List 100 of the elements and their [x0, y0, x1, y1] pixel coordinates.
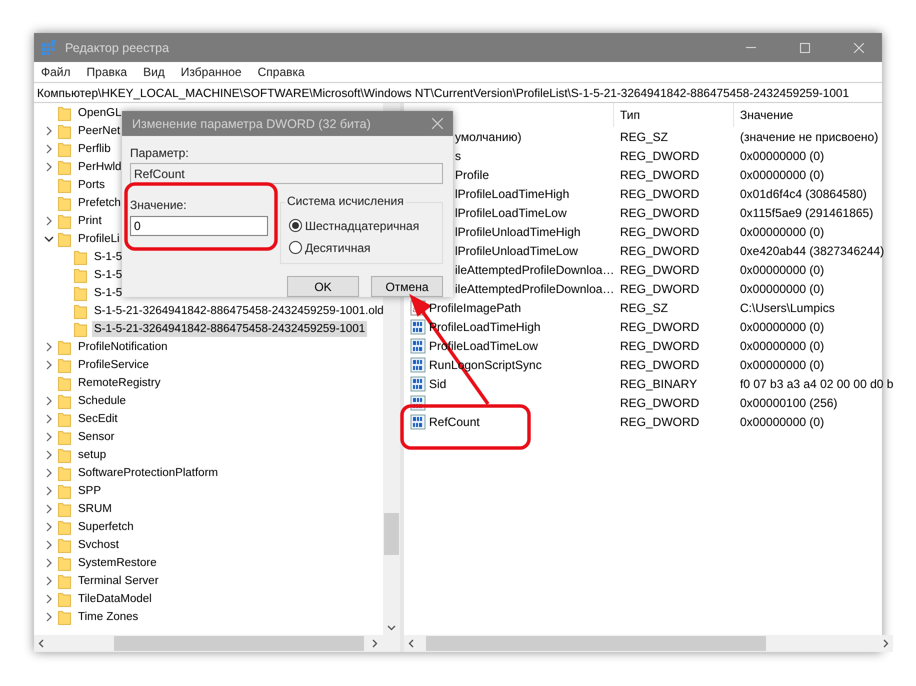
- value-data: 0x00000000 (0): [740, 168, 824, 182]
- horizontal-scrollbar[interactable]: [404, 635, 894, 652]
- value-data: 0xe420ab44 (3827346244): [740, 244, 884, 258]
- tree-item[interactable]: setup: [76, 447, 108, 463]
- folder-icon: [74, 322, 87, 336]
- tree-item[interactable]: PerHwld: [76, 159, 124, 175]
- folder-icon: [58, 466, 71, 480]
- horizontal-scrollbar[interactable]: [34, 635, 400, 652]
- tree-item[interactable]: Time Zones: [76, 609, 140, 625]
- tree-item[interactable]: Ports: [76, 177, 107, 193]
- tree-item[interactable]: S-1-5: [92, 285, 124, 301]
- dialog-button[interactable]: Отмена: [371, 276, 443, 297]
- expand-chevron-icon[interactable]: [45, 216, 53, 226]
- collapse-chevron-icon[interactable]: [44, 235, 54, 243]
- tree-item[interactable]: OpenGL: [76, 105, 124, 121]
- folder-icon: [58, 610, 71, 624]
- tree-item[interactable]: SPP: [76, 483, 104, 499]
- tree-item[interactable]: Schedule: [76, 393, 128, 409]
- radio-label[interactable]: Шестнадцатеричная: [305, 218, 420, 232]
- tree-item[interactable]: Terminal Server: [76, 573, 161, 589]
- value-name[interactable]: lProfileUnloadTimeLow: [455, 244, 578, 258]
- tree-item[interactable]: Print: [76, 213, 104, 229]
- tree-item[interactable]: Svchost: [76, 537, 121, 553]
- value-name[interactable]: умолчанию): [455, 130, 522, 144]
- column-header[interactable]: Значение: [740, 108, 794, 122]
- folder-icon: [74, 304, 87, 318]
- tree-item[interactable]: S-1-5: [92, 267, 124, 283]
- value-type: REG_DWORD: [620, 282, 700, 296]
- tree-item[interactable]: ProfileLi: [76, 231, 122, 247]
- scroll-left-chevron-icon[interactable]: [408, 639, 414, 648]
- folder-icon: [74, 250, 87, 264]
- folder-icon: [58, 592, 71, 606]
- menu-item[interactable]: Избранное: [180, 65, 243, 79]
- value-name[interactable]: lProfileUnloadTimeHigh: [455, 224, 581, 238]
- folder-icon: [58, 430, 71, 444]
- radio-button[interactable]: [289, 219, 302, 232]
- value-type: REG_DWORD: [620, 338, 700, 352]
- value-data: 0x00000000 (0): [740, 358, 824, 372]
- value-name[interactable]: RefCount: [429, 414, 480, 428]
- value-name[interactable]: ileAttemptedProfileDownloa…: [455, 282, 614, 296]
- value-name[interactable]: ileAttemptedProfileDownloa…: [455, 262, 614, 276]
- tree-item[interactable]: TileDataModel: [76, 591, 154, 607]
- folder-icon: [58, 106, 71, 120]
- value-data: (значение не присвоено): [740, 130, 878, 144]
- value-data: 0x00000000 (0): [740, 148, 824, 162]
- scroll-down-chevron-icon[interactable]: [387, 625, 396, 631]
- tree-item[interactable]: SoftwareProtectionPlatform: [76, 465, 220, 481]
- value-name[interactable]: lProfileLoadTimeHigh: [455, 186, 570, 200]
- scroll-left-chevron-icon[interactable]: [38, 639, 44, 648]
- scroll-right-chevron-icon[interactable]: [883, 639, 890, 648]
- value-input-field[interactable]: 0: [130, 216, 268, 236]
- menu-item[interactable]: Файл: [40, 65, 72, 79]
- value-data: 0x00000100 (256): [740, 396, 838, 410]
- tree-item[interactable]: RemoteRegistry: [76, 375, 162, 391]
- tree-item[interactable]: Sensor: [76, 429, 116, 445]
- value-data: 0x115f5ae9 (291461865): [740, 206, 874, 220]
- radio-button[interactable]: [289, 241, 302, 254]
- folder-icon: [58, 160, 71, 174]
- menu-item[interactable]: Правка: [86, 65, 128, 79]
- close-icon[interactable]: [432, 118, 443, 129]
- value-data: 0x00000000 (0): [740, 224, 824, 238]
- value-data: 0x00000000 (0): [740, 320, 824, 334]
- scrollbar-thumb[interactable]: [384, 513, 399, 555]
- value-name[interactable]: Sid: [429, 376, 446, 390]
- value-name[interactable]: ProfileImagePath: [429, 300, 522, 314]
- tree-item[interactable]: SRUM: [76, 501, 114, 517]
- parameter-name-field[interactable]: RefCount: [130, 163, 443, 184]
- value-type: REG_DWORD: [620, 168, 700, 182]
- tree-item[interactable]: Perflib: [76, 141, 113, 157]
- dialog-button[interactable]: OK: [287, 276, 359, 297]
- tree-item[interactable]: SystemRestore: [76, 555, 159, 571]
- tree-item[interactable]: S-1-5: [92, 249, 124, 265]
- value-name[interactable]: s: [455, 148, 461, 162]
- folder-icon: [58, 142, 71, 156]
- tree-item[interactable]: SecEdit: [76, 411, 120, 427]
- tree-item[interactable]: ProfileService: [76, 357, 151, 373]
- value-name[interactable]: Profile: [455, 168, 490, 182]
- folder-icon: [58, 358, 71, 372]
- value-name[interactable]: lProfileLoadTimeLow: [455, 206, 567, 220]
- binary-value-icon: [410, 356, 426, 372]
- scrollbar-thumb[interactable]: [426, 636, 766, 651]
- value-type: REG_BINARY: [620, 376, 698, 390]
- column-header[interactable]: Тип: [620, 108, 640, 122]
- address-bar[interactable]: Компьютер\HKEY_LOCAL_MACHINE\SOFTWARE\Microsoft\Windows NT\CurrentVersion\ProfileList\S-1-5-21-3264941842-886475458-2432459259-1001: [37, 86, 850, 100]
- tree-item[interactable]: S-1-5-21-3264941842-886475458-2432459259-1001.old: [92, 303, 383, 319]
- menu-item[interactable]: Вид: [142, 65, 166, 79]
- radio-label[interactable]: Десятичная: [305, 240, 371, 254]
- tree-item[interactable]: ProfileNotification: [76, 339, 170, 355]
- menu-item[interactable]: Справка: [256, 65, 306, 79]
- scroll-right-chevron-icon[interactable]: [372, 639, 378, 648]
- close-icon: [854, 42, 864, 52]
- value-data: 0x00000000 (0): [740, 414, 824, 428]
- tree-item[interactable]: S-1-5-21-3264941842-886475458-2432459259-1001: [92, 321, 368, 337]
- tree-item[interactable]: Superfetch: [76, 519, 136, 535]
- tree-item[interactable]: Prefetch: [76, 195, 123, 211]
- value-type: REG_DWORD: [620, 414, 700, 428]
- binary-value-icon: [410, 414, 426, 430]
- value-type: REG_DWORD: [620, 320, 700, 334]
- tree-item[interactable]: PeerNet: [76, 123, 122, 139]
- scrollbar-thumb[interactable]: [114, 636, 364, 651]
